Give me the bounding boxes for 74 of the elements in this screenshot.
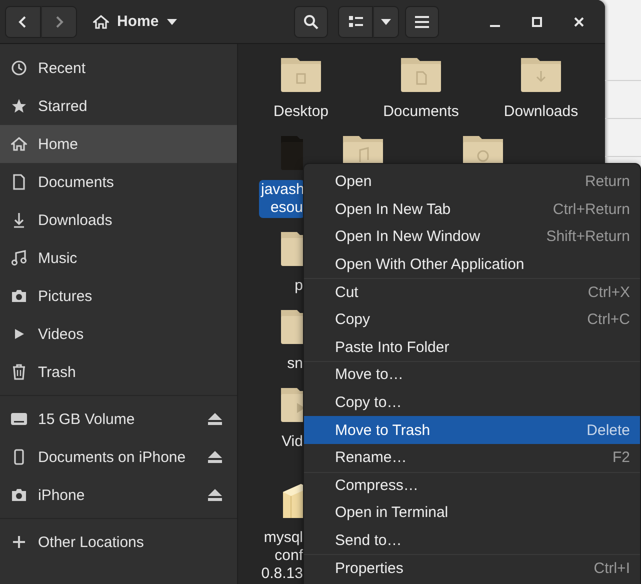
shortcut-label: Delete: [586, 422, 630, 439]
music-note-icon: [11, 250, 27, 266]
menu-item[interactable]: Cut Ctrl+X: [304, 278, 640, 306]
document-icon: [11, 174, 27, 190]
menu-item[interactable]: Paste Into Folder: [304, 334, 640, 362]
menu-item[interactable]: Copy Ctrl+C: [304, 306, 640, 334]
maximize-icon: [532, 16, 542, 26]
location-button[interactable]: Home: [83, 6, 187, 38]
sidebar-item[interactable]: Downloads: [0, 201, 237, 239]
file-label[interactable]: sn: [259, 354, 305, 374]
camera-icon: [11, 487, 27, 503]
menu-item[interactable]: Open in Terminal: [304, 499, 640, 527]
trash-icon: [11, 364, 27, 380]
sidebar-item[interactable]: Documents on iPhone: [0, 438, 237, 476]
home-icon: [93, 14, 109, 30]
view-button[interactable]: [338, 6, 373, 38]
minimize-icon: [490, 24, 500, 26]
sidebar-item[interactable]: Trash: [0, 353, 237, 391]
shortcut-label: Ctrl+I: [594, 560, 630, 577]
file-label[interactable]: mysql conf 0.8.13: [259, 528, 305, 584]
file-label[interactable]: Downloads: [500, 102, 582, 122]
shortcut-label: F2: [612, 449, 630, 466]
menu-icon: [415, 16, 429, 28]
shortcut-label: Shift+Return: [546, 228, 630, 246]
sidebar-item[interactable]: 15 GB Volume: [0, 400, 237, 438]
camera-icon: [11, 288, 27, 304]
sidebar-item[interactable]: Videos: [0, 315, 237, 353]
menu-item[interactable]: Properties Ctrl+I: [304, 554, 640, 582]
menu-item[interactable]: Open In New Window Shift+Return: [304, 223, 640, 251]
menu-item[interactable]: Compress…: [304, 472, 640, 500]
file-label[interactable]: p: [259, 276, 305, 296]
caret-icon: [166, 18, 177, 24]
plus-icon: [12, 535, 26, 549]
menu-item[interactable]: Send to…: [304, 526, 640, 554]
sidebar-item[interactable]: Documents: [0, 163, 237, 201]
file-label[interactable]: Vid: [259, 432, 305, 452]
shortcut-label: Return: [584, 173, 630, 190]
menu-item[interactable]: Open In New Tab Ctrl+Return: [304, 196, 640, 224]
menu-item[interactable]: Rename… F2: [304, 444, 640, 472]
view-options-button[interactable]: [373, 6, 399, 38]
sidebar-item[interactable]: iPhone: [0, 476, 237, 514]
list-view-icon: [348, 16, 362, 28]
shortcut-label: Ctrl+Return: [552, 200, 630, 218]
sidebar-item[interactable]: Recent: [0, 49, 237, 87]
close-icon: [574, 16, 584, 26]
menu-item[interactable]: Open Return: [304, 168, 640, 196]
home-icon: [11, 136, 27, 152]
file-label[interactable]: Desktop: [270, 102, 332, 122]
caret-icon: [381, 18, 391, 24]
phone-icon: [11, 449, 27, 465]
shortcut-label: Ctrl+X: [588, 284, 630, 301]
back-button[interactable]: [5, 6, 41, 38]
menu-item[interactable]: Copy to…: [304, 388, 640, 416]
clock-icon: [11, 60, 27, 76]
download-icon: [11, 212, 27, 228]
eject-button[interactable]: [207, 412, 223, 426]
file-label[interactable]: javash esou: [259, 180, 305, 218]
drive-icon: [10, 411, 28, 427]
star-icon: [11, 98, 27, 114]
menu-button[interactable]: [405, 6, 439, 38]
search-icon: [303, 14, 319, 30]
sidebar-item[interactable]: Starred: [0, 87, 237, 125]
file-label[interactable]: Documents: [380, 102, 462, 122]
sidebar-item[interactable]: Pictures: [0, 277, 237, 315]
sidebar-item[interactable]: Other Locations: [0, 523, 237, 561]
sidebar-item[interactable]: Home: [0, 125, 237, 163]
sidebar-item[interactable]: Music: [0, 239, 237, 277]
eject-button[interactable]: [207, 450, 223, 464]
menu-item[interactable]: Move to…: [304, 361, 640, 389]
shortcut-label: Ctrl+C: [587, 311, 630, 328]
menu-item[interactable]: Open With Other Application: [304, 250, 640, 278]
eject-button[interactable]: [207, 488, 223, 502]
menu-item[interactable]: Move to Trash Delete: [304, 416, 640, 444]
search-button[interactable]: [294, 6, 328, 38]
